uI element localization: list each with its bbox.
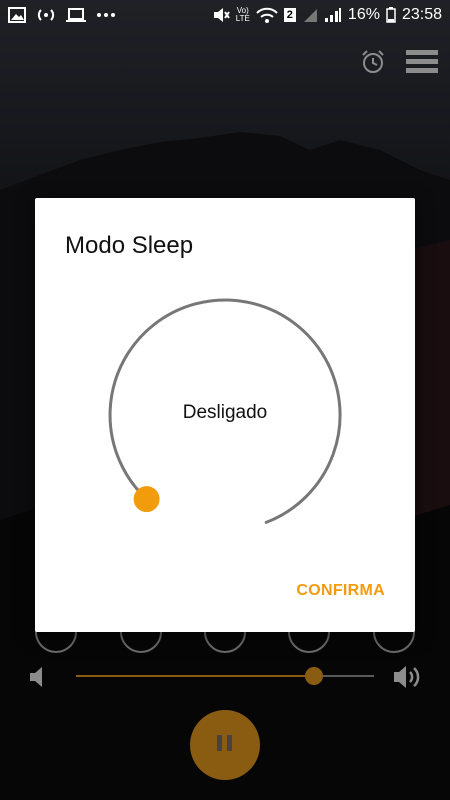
sim-badge: 2 <box>283 8 296 22</box>
gallery-icon <box>8 7 26 23</box>
sleep-mode-dialog: Modo Sleep Desligado CONFIRMA <box>35 198 415 632</box>
hamburger-menu-icon[interactable] <box>406 48 438 81</box>
volume-high-icon <box>394 664 424 695</box>
broadcast-icon <box>36 7 56 23</box>
volume-low-icon <box>30 666 44 693</box>
more-notifications-icon <box>96 12 116 18</box>
mute-icon <box>212 7 230 23</box>
pause-button[interactable] <box>190 710 260 780</box>
pause-icon <box>216 734 234 757</box>
volte-icon: Vo) LTE <box>236 7 250 23</box>
network-type-label: LTE <box>235 14 250 23</box>
volume-slider-thumb[interactable] <box>305 667 323 685</box>
volume-slider-fill <box>76 675 314 677</box>
sleep-timer-knob <box>133 486 160 513</box>
battery-percent: 16% <box>347 6 380 23</box>
sim-label: 2 <box>286 9 293 21</box>
signal-icon <box>324 7 342 23</box>
laptop-icon <box>66 7 86 23</box>
clock: 23:58 <box>401 6 442 23</box>
alarm-clock-icon[interactable] <box>360 49 386 80</box>
volume-slider[interactable] <box>76 667 374 685</box>
signal-weak-icon <box>302 7 318 23</box>
confirm-button[interactable]: CONFIRMA <box>296 582 385 600</box>
wifi-icon <box>256 7 278 23</box>
status-bar: Vo) LTE 2 16% 23:58 <box>0 0 450 30</box>
battery-icon <box>386 7 396 23</box>
volume-control <box>0 660 450 692</box>
sleep-state-label: Desligado <box>182 402 268 423</box>
top-actions <box>360 48 438 81</box>
